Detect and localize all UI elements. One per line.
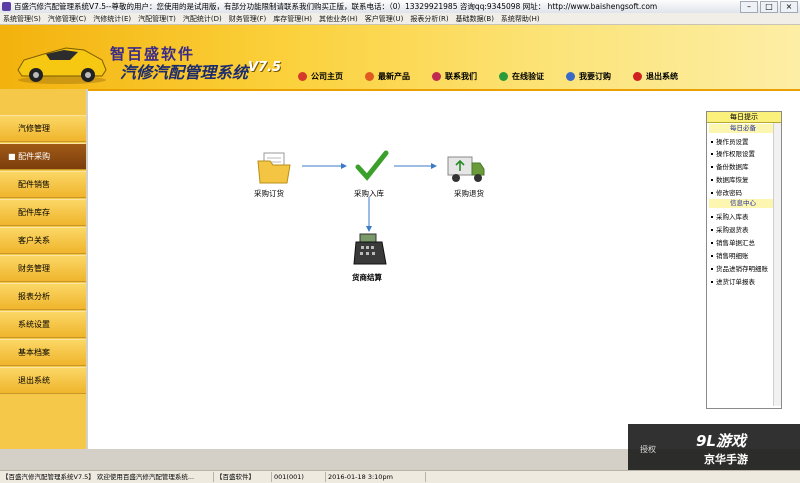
status-user: 001(001): [272, 472, 326, 482]
title-bar: 百盛汽修汽配管理系统V7.5--尊敬的用户：您使用的是试用版，有部分功能限制请联…: [0, 0, 800, 14]
sidebar-item-repair[interactable]: 汽修管理: [0, 115, 86, 142]
link-new-products[interactable]: 最新产品: [365, 70, 410, 82]
flow-label-order: 采购订货: [254, 189, 284, 198]
daily-tips-title: 每日提示: [707, 112, 781, 123]
status-company: 【百盛软件】: [214, 472, 272, 482]
top-links: 公司主页 最新产品 联系我们 在线验证 我要订购 退出系统: [298, 70, 700, 82]
verify-icon: [499, 71, 508, 81]
tip-backup-db[interactable]: 备份数据库: [711, 161, 749, 171]
sidebar-item-stock[interactable]: 配件库存: [0, 199, 86, 226]
system-name: 汽修汽配管理系统: [120, 63, 249, 82]
flow-label-stockin: 采购入库: [354, 189, 384, 198]
flow-label-settle: 货商结算: [352, 273, 382, 282]
report-purchase-order[interactable]: 进货订单报表: [711, 276, 755, 286]
report-sales-detail[interactable]: 销售明细账: [711, 250, 749, 260]
window-title: 百盛汽修汽配管理系统V7.5--尊敬的用户：您使用的是试用版，有部分功能限制请联…: [14, 2, 658, 11]
contact-icon: [432, 71, 441, 81]
link-verify[interactable]: 在线验证: [499, 70, 544, 82]
pos-terminal-icon[interactable]: [352, 232, 388, 266]
flow-label-return: 采购退货: [454, 189, 484, 198]
sidebar-item-customer[interactable]: 客户关系: [0, 227, 86, 254]
report-inventory-detail[interactable]: 货品进销存明细账: [711, 263, 768, 273]
watermark-subtext: 京华手游: [704, 453, 748, 466]
menu-bar: 系统管理(S) 汽修管理(C) 汽修统计(E) 汽配管理(T) 汽配统计(D) …: [0, 13, 800, 25]
sidebar-item-archives[interactable]: 基本档案: [0, 339, 86, 366]
section-daily-must: 每日必备: [709, 124, 777, 133]
panel-scrollbar[interactable]: [773, 123, 781, 406]
menu-system[interactable]: 系统管理(S): [3, 14, 41, 24]
menu-basic-data[interactable]: 基础数据(B): [456, 14, 494, 24]
exit-icon: [633, 71, 642, 81]
link-order[interactable]: 我要订购: [566, 70, 611, 82]
checkmark-icon[interactable]: [354, 149, 390, 183]
tip-permission-settings[interactable]: 操作权限设置: [711, 148, 755, 158]
sports-car-logo: [17, 47, 107, 84]
report-sales-summary[interactable]: 销售单据汇总: [711, 237, 755, 247]
close-button[interactable]: ×: [780, 1, 798, 13]
sidebar-item-exit[interactable]: 退出系统: [0, 367, 86, 394]
sidebar-item-purchase[interactable]: ■ 配件采购: [0, 143, 86, 170]
app-icon: [2, 2, 11, 11]
report-stockin[interactable]: 采购入库表: [711, 211, 749, 221]
sidebar-item-settings[interactable]: 系统设置: [0, 311, 86, 338]
status-bar: 【百盛汽修汽配管理系统V7.5】 欢迎使用百盛汽修汽配管理系统... 【百盛软件…: [0, 470, 800, 483]
watermark-partial-text: 授权: [640, 445, 656, 454]
menu-parts-stats[interactable]: 汽配统计(D): [183, 14, 222, 24]
tip-restore-db[interactable]: 数据库恢复: [711, 174, 749, 184]
menu-parts[interactable]: 汽配管理(T): [138, 14, 176, 24]
section-info-center: 信息中心: [709, 199, 777, 208]
product-icon: [365, 71, 374, 81]
flow-arrows: [302, 163, 437, 232]
sidebar: 汽修管理 ■ 配件采购 配件销售 配件库存 客户关系 财务管理 报表分析 系统设…: [0, 89, 86, 449]
maximize-button[interactable]: □: [760, 1, 778, 13]
menu-repair-stats[interactable]: 汽修统计(E): [93, 14, 131, 24]
order-icon: [566, 71, 575, 81]
link-exit[interactable]: 退出系统: [633, 70, 678, 82]
menu-other[interactable]: 其他业务(H): [319, 14, 358, 24]
link-home[interactable]: 公司主页: [298, 70, 343, 82]
menu-reports[interactable]: 报表分析(R): [410, 14, 448, 24]
folder-icon[interactable]: [256, 151, 292, 185]
status-datetime: 2016-01-18 3:10pm: [326, 472, 426, 482]
menu-customer[interactable]: 客户管理(U): [365, 14, 404, 24]
report-return[interactable]: 采购退货表: [711, 224, 749, 234]
menu-inventory[interactable]: 库存管理(H): [273, 14, 312, 24]
status-app: 【百盛汽修汽配管理系统V7.5】 欢迎使用百盛汽修汽配管理系统...: [0, 472, 214, 482]
menu-finance[interactable]: 财务管理(F): [229, 14, 267, 24]
menu-repair[interactable]: 汽修管理(C): [48, 14, 86, 24]
window-controls: – □ ×: [740, 1, 798, 13]
tip-change-password[interactable]: 修改密码: [711, 187, 742, 197]
menu-help[interactable]: 系统帮助(H): [501, 14, 540, 24]
tip-operator-settings[interactable]: 操作员设置: [711, 136, 749, 146]
version-label: V7.5: [248, 60, 282, 75]
main-workspace: 采购订货 采购入库 采购退货 货商结算: [88, 89, 800, 449]
watermark-logo-text: 9L游戏: [696, 432, 746, 450]
sidebar-item-finance[interactable]: 财务管理: [0, 255, 86, 282]
home-icon: [298, 71, 307, 81]
sidebar-item-reports[interactable]: 报表分析: [0, 283, 86, 310]
minimize-button[interactable]: –: [740, 1, 758, 13]
link-contact[interactable]: 联系我们: [432, 70, 477, 82]
sidebar-item-sales[interactable]: 配件销售: [0, 171, 86, 198]
watermark-overlay: 授权 9L游戏 京华手游: [628, 424, 800, 470]
daily-tips-panel: 每日提示 每日必备 操作员设置 操作权限设置 备份数据库 数据库恢复 修改密码 …: [706, 111, 782, 409]
recycle-truck-icon[interactable]: [446, 151, 485, 185]
